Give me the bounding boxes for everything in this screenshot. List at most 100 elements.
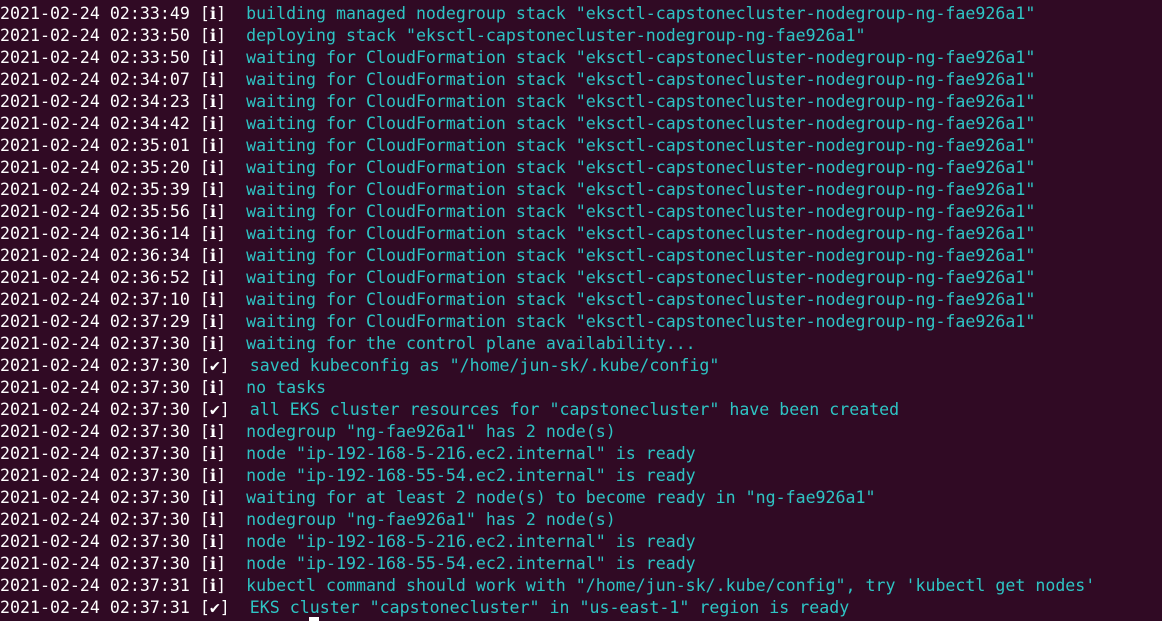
log-timestamp: 2021-02-24 02:36:52: [0, 268, 190, 287]
log-message: building managed nodegroup stack "eksctl…: [246, 4, 1036, 23]
log-level-icon: [ℹ]: [199, 312, 227, 331]
log-timestamp: 2021-02-24 02:37:30: [0, 334, 190, 353]
log-timestamp: 2021-02-24 02:37:31: [0, 576, 190, 595]
log-line: 2021-02-24 02:34:23 [ℹ] waiting for Clou…: [0, 91, 1162, 113]
terminal-window[interactable]: 2021-02-24 02:33:49 [ℹ] building managed…: [0, 0, 1162, 621]
log-message: deploying stack "eksctl-capstonecluster-…: [246, 26, 866, 45]
log-line: 2021-02-24 02:33:50 [ℹ] deploying stack …: [0, 25, 1162, 47]
log-level-icon: [ℹ]: [199, 70, 227, 89]
log-level-icon: [ℹ]: [199, 114, 227, 133]
log-timestamp: 2021-02-24 02:35:20: [0, 158, 190, 177]
log-line: 2021-02-24 02:36:52 [ℹ] waiting for Clou…: [0, 267, 1162, 289]
log-level-icon: [ℹ]: [199, 532, 227, 551]
log-timestamp: 2021-02-24 02:37:30: [0, 532, 190, 551]
log-message: node "ip-192-168-5-216.ec2.internal" is …: [246, 444, 696, 463]
log-timestamp: 2021-02-24 02:37:30: [0, 488, 190, 507]
log-line: 2021-02-24 02:36:14 [ℹ] waiting for Clou…: [0, 223, 1162, 245]
log-level-icon: [ℹ]: [199, 268, 227, 287]
log-level-icon: [ℹ]: [199, 136, 227, 155]
log-timestamp: 2021-02-24 02:37:30: [0, 444, 190, 463]
log-level-icon: [ℹ]: [199, 48, 227, 67]
log-line: 2021-02-24 02:33:50 [ℹ] waiting for Clou…: [0, 47, 1162, 69]
log-message: waiting for CloudFormation stack "eksctl…: [246, 290, 1036, 309]
log-message: saved kubeconfig as "/home/jun-sk/.kube/…: [249, 356, 720, 375]
log-line: 2021-02-24 02:37:29 [ℹ] waiting for Clou…: [0, 311, 1162, 333]
log-level-icon: [✔]: [199, 356, 230, 375]
log-level-icon: [✔]: [199, 400, 230, 419]
log-level-icon: [ℹ]: [199, 488, 227, 507]
log-line: 2021-02-24 02:35:20 [ℹ] waiting for Clou…: [0, 157, 1162, 179]
log-line: 2021-02-24 02:37:10 [ℹ] waiting for Clou…: [0, 289, 1162, 311]
log-message: waiting for CloudFormation stack "eksctl…: [246, 70, 1036, 89]
log-timestamp: 2021-02-24 02:37:30: [0, 378, 190, 397]
log-line: 2021-02-24 02:37:30 [✔] saved kubeconfig…: [0, 355, 1162, 377]
log-message: nodegroup "ng-fae926a1" has 2 node(s): [246, 510, 616, 529]
log-timestamp: 2021-02-24 02:37:30: [0, 400, 190, 419]
log-timestamp: 2021-02-24 02:36:14: [0, 224, 190, 243]
log-line: 2021-02-24 02:35:39 [ℹ] waiting for Clou…: [0, 179, 1162, 201]
log-message: waiting for CloudFormation stack "eksctl…: [246, 202, 1036, 221]
log-timestamp: 2021-02-24 02:34:07: [0, 70, 190, 89]
log-timestamp: 2021-02-24 02:37:30: [0, 510, 190, 529]
log-level-icon: [ℹ]: [199, 576, 227, 595]
log-level-icon: [ℹ]: [199, 444, 227, 463]
log-message: node "ip-192-168-55-54.ec2.internal" is …: [246, 466, 696, 485]
log-line: 2021-02-24 02:37:30 [ℹ] node "ip-192-168…: [0, 443, 1162, 465]
log-line: 2021-02-24 02:37:30 [ℹ] waiting for at l…: [0, 487, 1162, 509]
log-message: node "ip-192-168-55-54.ec2.internal" is …: [246, 554, 696, 573]
log-timestamp: 2021-02-24 02:33:49: [0, 4, 190, 23]
log-level-icon: [ℹ]: [199, 466, 227, 485]
terminal-cursor: [309, 617, 319, 621]
log-timestamp: 2021-02-24 02:35:39: [0, 180, 190, 199]
log-message: waiting for CloudFormation stack "eksctl…: [246, 114, 1036, 133]
log-level-icon: [✔]: [199, 598, 230, 617]
log-message: node "ip-192-168-5-216.ec2.internal" is …: [246, 532, 696, 551]
log-timestamp: 2021-02-24 02:35:01: [0, 136, 190, 155]
log-message: waiting for CloudFormation stack "eksctl…: [246, 48, 1036, 67]
log-timestamp: 2021-02-24 02:37:10: [0, 290, 190, 309]
log-timestamp: 2021-02-24 02:35:56: [0, 202, 190, 221]
log-timestamp: 2021-02-24 02:33:50: [0, 26, 190, 45]
log-level-icon: [ℹ]: [199, 26, 227, 45]
log-level-icon: [ℹ]: [199, 180, 227, 199]
log-line: 2021-02-24 02:35:01 [ℹ] waiting for Clou…: [0, 135, 1162, 157]
log-line: 2021-02-24 02:37:30 [ℹ] nodegroup "ng-fa…: [0, 421, 1162, 443]
log-line: 2021-02-24 02:35:56 [ℹ] waiting for Clou…: [0, 201, 1162, 223]
log-message: EKS cluster "capstonecluster" in "us-eas…: [249, 598, 850, 617]
log-level-icon: [ℹ]: [199, 378, 227, 397]
log-line: 2021-02-24 02:37:30 [✔] all EKS cluster …: [0, 399, 1162, 421]
log-timestamp: 2021-02-24 02:37:30: [0, 554, 190, 573]
log-message: waiting for CloudFormation stack "eksctl…: [246, 246, 1036, 265]
log-message: waiting for the control plane availabili…: [246, 334, 696, 353]
log-timestamp: 2021-02-24 02:37:31: [0, 598, 190, 617]
log-line: 2021-02-24 02:37:30 [ℹ] node "ip-192-168…: [0, 531, 1162, 553]
log-message: waiting for at least 2 node(s) to become…: [246, 488, 876, 507]
log-message: waiting for CloudFormation stack "eksctl…: [246, 224, 1036, 243]
log-message: all EKS cluster resources for "capstonec…: [249, 400, 900, 419]
log-timestamp: 2021-02-24 02:37:29: [0, 312, 190, 331]
log-message: no tasks: [246, 378, 327, 397]
log-timestamp: 2021-02-24 02:37:30: [0, 356, 190, 375]
log-level-icon: [ℹ]: [199, 554, 227, 573]
log-line: 2021-02-24 02:34:07 [ℹ] waiting for Clou…: [0, 69, 1162, 91]
log-message: waiting for CloudFormation stack "eksctl…: [246, 136, 1036, 155]
log-line: 2021-02-24 02:37:31 [ℹ] kubectl command …: [0, 575, 1162, 597]
log-line: 2021-02-24 02:37:31 [✔] EKS cluster "cap…: [0, 597, 1162, 619]
log-line: 2021-02-24 02:37:30 [ℹ] waiting for the …: [0, 333, 1162, 355]
log-line: 2021-02-24 02:36:34 [ℹ] waiting for Clou…: [0, 245, 1162, 267]
log-timestamp: 2021-02-24 02:36:34: [0, 246, 190, 265]
log-level-icon: [ℹ]: [199, 290, 227, 309]
log-message: waiting for CloudFormation stack "eksctl…: [246, 92, 1036, 111]
log-timestamp: 2021-02-24 02:37:30: [0, 422, 190, 441]
log-level-icon: [ℹ]: [199, 510, 227, 529]
log-line: 2021-02-24 02:37:30 [ℹ] no tasks: [0, 377, 1162, 399]
log-line: 2021-02-24 02:33:49 [ℹ] building managed…: [0, 3, 1162, 25]
terminal-output: 2021-02-24 02:33:49 [ℹ] building managed…: [0, 3, 1162, 619]
log-level-icon: [ℹ]: [199, 92, 227, 111]
log-line: 2021-02-24 02:34:42 [ℹ] waiting for Clou…: [0, 113, 1162, 135]
log-message: kubectl command should work with "/home/…: [246, 576, 1096, 595]
log-level-icon: [ℹ]: [199, 202, 227, 221]
log-timestamp: 2021-02-24 02:33:50: [0, 48, 190, 67]
log-line: 2021-02-24 02:37:30 [ℹ] node "ip-192-168…: [0, 553, 1162, 575]
log-level-icon: [ℹ]: [199, 246, 227, 265]
